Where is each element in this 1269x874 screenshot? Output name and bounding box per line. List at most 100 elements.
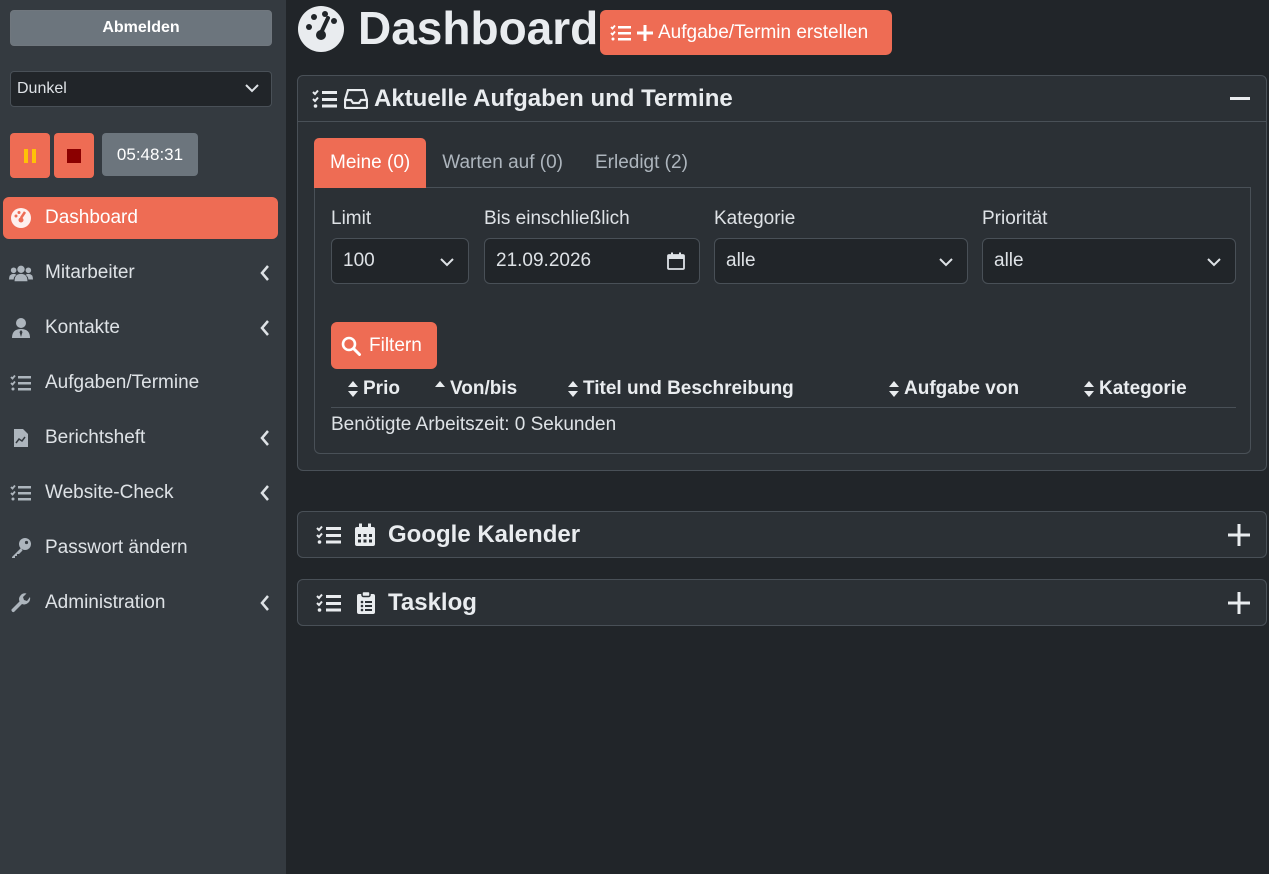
wrench-icon — [9, 591, 33, 615]
create-task-button[interactable]: Aufgabe/Termin erstellen — [600, 10, 892, 55]
tasks-table-header: Prio Von/bis Titel und Beschreibung Aufg… — [331, 374, 1236, 408]
column-label: Kategorie — [1099, 378, 1187, 399]
tab-erledigt[interactable]: Erledigt (2) — [579, 138, 704, 188]
clipboard-list-icon — [356, 591, 376, 615]
limit-select[interactable]: 100 — [331, 238, 469, 284]
nav-item-kontakte[interactable]: Kontakte — [3, 307, 278, 349]
column-header-von-bis[interactable]: Von/bis — [434, 378, 517, 400]
nav-item-berichtsheft[interactable]: Berichtsheft — [3, 417, 278, 459]
column-label: Von/bis — [450, 378, 518, 399]
calendar-card: Google Kalender — [297, 511, 1267, 558]
key-icon — [9, 536, 33, 560]
search-icon — [341, 336, 369, 356]
nav-item-dashboard[interactable]: Dashboard — [3, 197, 278, 239]
priority-select[interactable]: alle — [982, 238, 1236, 284]
column-label: Titel und Beschreibung — [583, 378, 794, 399]
tasklog-card-header[interactable]: Tasklog — [298, 580, 1266, 626]
pause-icon — [23, 148, 37, 164]
theme-select-value: Dunkel — [17, 80, 67, 97]
calendar-card-title: Google Kalender — [388, 521, 581, 548]
list-check-icon — [316, 593, 342, 613]
plus-icon — [636, 24, 658, 42]
nav-item-website-check[interactable]: Website-Check — [3, 472, 278, 514]
nav-item-label: Dashboard — [45, 207, 138, 228]
collapse-icon[interactable] — [1230, 97, 1250, 101]
chevron-left-icon — [260, 265, 270, 281]
chevron-left-icon — [260, 430, 270, 446]
tasks-tab-pane: Limit 100 Bis einschließlich 21.09.2026 … — [314, 188, 1251, 454]
sort-icon — [347, 380, 363, 398]
tab-warten-auf[interactable]: Warten auf (0) — [426, 138, 579, 188]
expand-icon[interactable] — [1228, 524, 1250, 546]
nav-item-passwort[interactable]: Passwort ändern — [3, 527, 278, 569]
column-header-prio[interactable]: Prio — [347, 378, 400, 400]
worktime-summary: Benötigte Arbeitszeit: 0 Sekunden — [331, 414, 617, 435]
column-header-aufgabe-von[interactable]: Aufgabe von — [888, 378, 1019, 400]
chevron-left-icon — [260, 320, 270, 336]
calendar-card-header[interactable]: Google Kalender — [298, 512, 1266, 558]
list-check-icon — [312, 89, 338, 109]
filter-button[interactable]: Filtern — [331, 322, 437, 369]
limit-value: 100 — [343, 250, 375, 271]
until-date-input[interactable]: 21.09.2026 — [484, 238, 700, 284]
tasklog-card: Tasklog — [297, 579, 1267, 626]
stop-timer-button[interactable] — [54, 133, 94, 178]
column-label: Prio — [363, 378, 400, 399]
sort-icon — [567, 380, 583, 398]
chevron-down-icon — [939, 257, 953, 267]
nav-item-mitarbeiter[interactable]: Mitarbeiter — [3, 252, 278, 294]
nav-item-label: Kontakte — [45, 317, 120, 338]
gauge-icon — [297, 5, 345, 53]
tasks-card-title: Aktuelle Aufgaben und Termine — [374, 84, 733, 112]
sidebar: Abmelden Dunkel 05:48:31 Dashboard Mitar… — [0, 0, 286, 874]
chevron-left-icon — [260, 485, 270, 501]
chevron-down-icon — [1207, 257, 1221, 267]
until-value: 21.09.2026 — [496, 250, 592, 271]
list-check-icon — [9, 481, 33, 505]
theme-select[interactable]: Dunkel — [10, 71, 272, 107]
sort-icon — [1083, 380, 1099, 398]
chevron-down-icon — [245, 83, 259, 93]
tasklog-card-title: Tasklog — [388, 589, 477, 616]
stop-icon — [67, 148, 81, 163]
tasks-card-header[interactable]: Aktuelle Aufgaben und Termine — [298, 76, 1266, 122]
column-header-titel[interactable]: Titel und Beschreibung — [567, 378, 794, 400]
sort-up-icon — [434, 380, 450, 398]
nav-item-label: Website-Check — [45, 482, 174, 503]
until-label: Bis einschließlich — [484, 208, 630, 229]
nav-item-label: Berichtsheft — [45, 427, 146, 448]
nav-item-aufgaben[interactable]: Aufgaben/Termine — [3, 362, 278, 404]
category-select[interactable]: alle — [714, 238, 968, 284]
create-task-label: Aufgabe/Termin erstellen — [658, 21, 869, 43]
list-check-icon — [9, 371, 33, 395]
chevron-down-icon — [440, 257, 454, 267]
category-value: alle — [726, 250, 756, 271]
inbox-icon — [344, 88, 368, 109]
tasks-tabs: Meine (0) Warten auf (0) Erledigt (2) — [314, 138, 1251, 188]
pause-timer-button[interactable] — [10, 133, 50, 178]
file-chart-icon — [9, 426, 33, 450]
expand-icon[interactable] — [1228, 592, 1250, 614]
users-icon — [9, 261, 33, 285]
priority-label: Priorität — [982, 208, 1048, 229]
column-label: Aufgabe von — [904, 378, 1020, 399]
limit-label: Limit — [331, 208, 372, 229]
calendar-icon[interactable] — [667, 252, 685, 270]
chevron-left-icon — [260, 595, 270, 611]
priority-value: alle — [994, 250, 1024, 271]
sort-icon — [888, 380, 904, 398]
column-header-kategorie[interactable]: Kategorie — [1083, 378, 1187, 400]
logout-button[interactable]: Abmelden — [10, 10, 272, 46]
nav-item-label: Mitarbeiter — [45, 262, 135, 283]
nav-item-administration[interactable]: Administration — [3, 582, 278, 624]
nav-item-label: Administration — [45, 592, 166, 613]
category-label: Kategorie — [714, 208, 796, 229]
page-title: Dashboard — [358, 2, 599, 54]
tab-meine[interactable]: Meine (0) — [314, 138, 427, 188]
user-tie-icon — [9, 316, 33, 340]
tasks-card: Aktuelle Aufgaben und Termine Meine (0) … — [297, 75, 1267, 471]
gauge-icon — [9, 206, 33, 230]
timer-display: 05:48:31 — [102, 133, 198, 176]
calendar-icon — [354, 523, 376, 547]
list-check-icon — [610, 24, 636, 42]
